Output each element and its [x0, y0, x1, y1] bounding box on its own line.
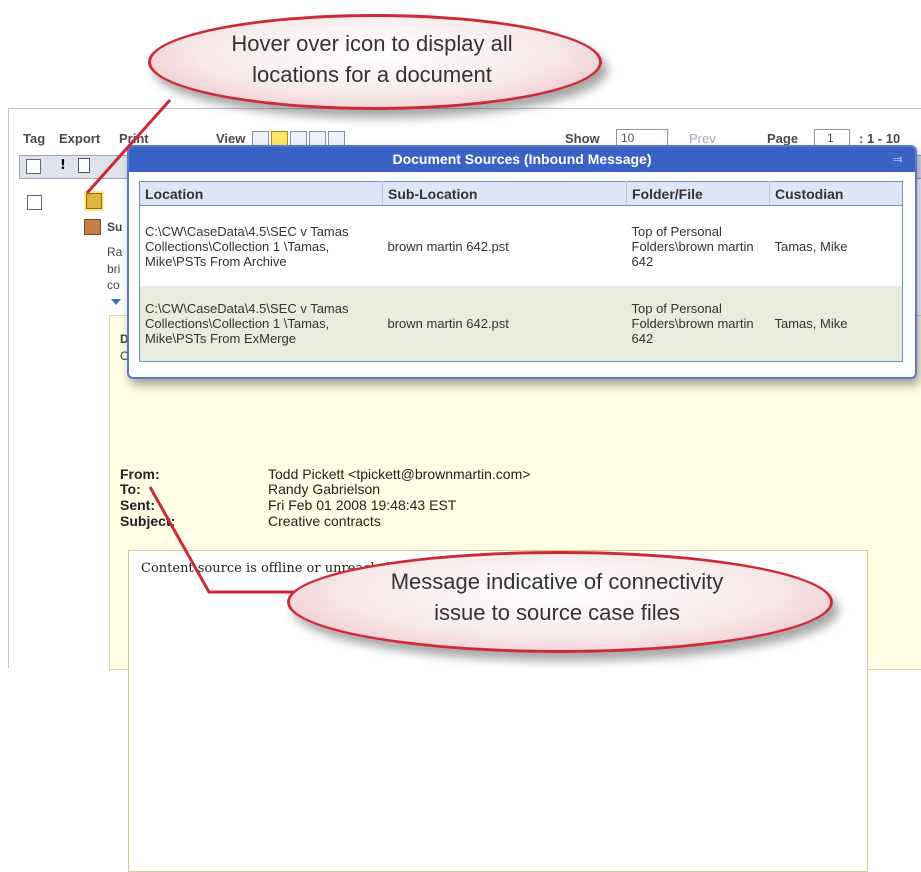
- top-callout-line-1: Hover over icon to display all: [231, 31, 513, 56]
- bottom-callout-line-1: Message indicative of connectivity: [390, 569, 724, 594]
- top-callout-line: [85, 99, 172, 194]
- top-callout-text: Hover over icon to display all locations…: [180, 28, 564, 90]
- bottom-callout-text: Message indicative of connectivity issue…: [320, 566, 794, 628]
- bottom-callout-line: [148, 486, 318, 594]
- bottom-callout-line-2: issue to source case files: [434, 600, 680, 625]
- top-callout-line-2: locations for a document: [252, 62, 492, 87]
